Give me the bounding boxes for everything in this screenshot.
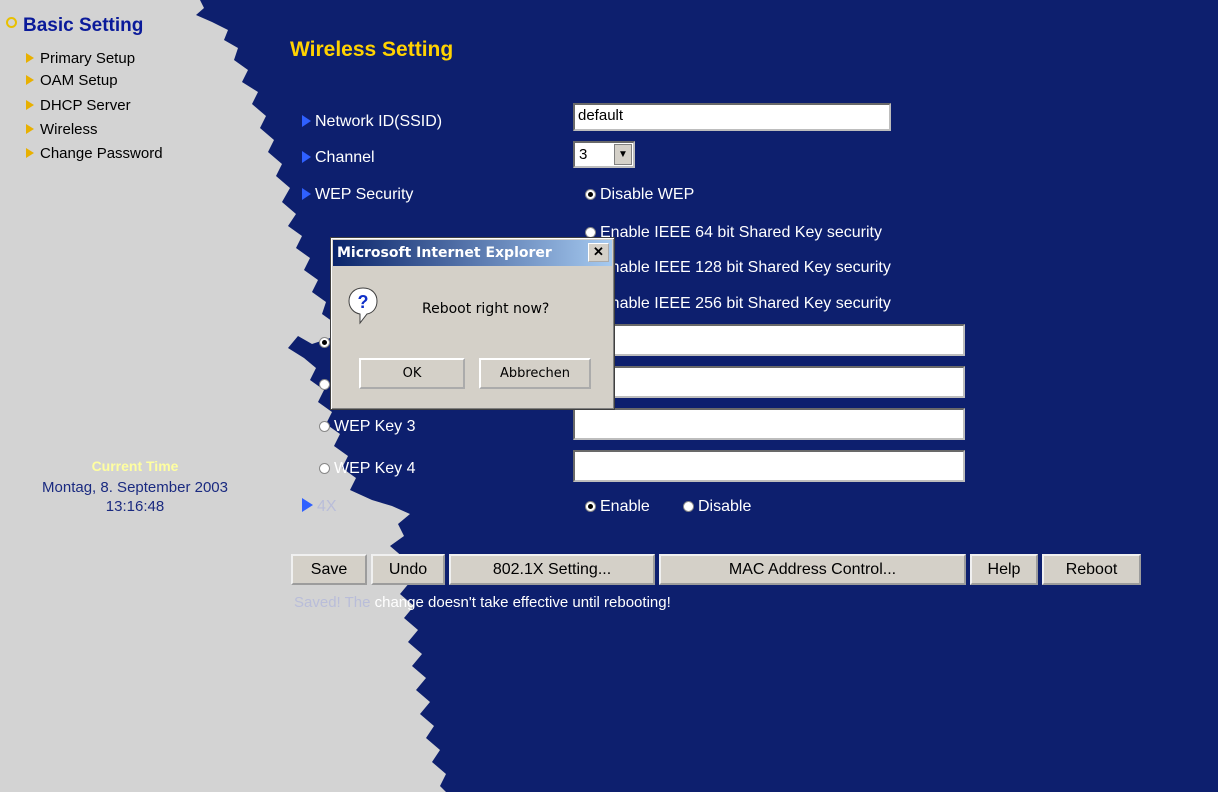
channel-row-label: Channel: [302, 149, 375, 167]
chevron-down-icon[interactable]: ▼: [614, 144, 632, 165]
svg-text:?: ?: [358, 292, 369, 312]
reboot-confirm-dialog: Microsoft Internet Explorer ✕ ? Reboot r…: [330, 237, 615, 410]
page-title: Wireless Setting: [290, 38, 454, 61]
close-icon[interactable]: ✕: [588, 243, 609, 262]
ok-button[interactable]: OK: [359, 358, 465, 389]
reboot-button[interactable]: Reboot: [1042, 554, 1141, 585]
radio-button[interactable]: [683, 501, 694, 512]
mac-address-control-button[interactable]: MAC Address Control...: [659, 554, 966, 585]
triangle-bullet-icon: [302, 498, 313, 512]
wep-key2-input[interactable]: [573, 366, 965, 398]
sidebar-title-label: Basic Setting: [23, 15, 144, 36]
channel-label: Channel: [315, 149, 375, 166]
wep-key4-label: WEP Key 4: [334, 460, 416, 477]
status-faded-text: Saved! The: [294, 594, 375, 611]
sidebar-item-primary-setup[interactable]: Primary Setup: [26, 50, 135, 67]
status-text: change doesn't take effective until rebo…: [374, 594, 671, 611]
triangle-bullet-icon: [26, 53, 34, 63]
undo-button[interactable]: Undo: [371, 554, 445, 585]
x4-disable-label: Disable: [698, 498, 752, 515]
sidebar-item-label: Wireless: [40, 121, 98, 138]
triangle-bullet-icon: [302, 151, 311, 163]
radio-button[interactable]: [319, 421, 330, 432]
question-icon: ?: [348, 287, 378, 325]
ssid-row-label: Network ID(SSID): [302, 113, 442, 131]
triangle-bullet-icon: [26, 148, 34, 158]
radio-button[interactable]: [319, 379, 330, 390]
triangle-bullet-icon: [26, 75, 34, 85]
cancel-button[interactable]: Abbrechen: [479, 358, 591, 389]
wep-key4-row[interactable]: WEP Key 4: [319, 460, 416, 478]
wep-key3-input[interactable]: [573, 408, 965, 440]
sidebar-item-label: Primary Setup: [40, 50, 136, 67]
wep-option-label: Enable IEEE 128 bit Shared Key security: [600, 259, 891, 276]
radio-button[interactable]: [585, 501, 596, 512]
status-message: Saved! The change doesn't take effective…: [294, 594, 671, 611]
x4-row-label: 4X: [302, 498, 337, 516]
sidebar-item-oam-setup[interactable]: OAM Setup: [26, 72, 118, 89]
sidebar-item-change-password[interactable]: Change Password: [26, 145, 163, 162]
dot1x-setting-button[interactable]: 802.1X Setting...: [449, 554, 655, 585]
x4-enable-option[interactable]: Enable: [585, 498, 650, 516]
wep-key3-row[interactable]: WEP Key 3: [319, 418, 416, 436]
x4-disable-option[interactable]: Disable: [683, 498, 751, 516]
wep-row-label: WEP Security: [302, 186, 413, 204]
dialog-title: Microsoft Internet Explorer: [337, 245, 552, 261]
x4-label: 4X: [317, 498, 337, 515]
channel-value: 3: [579, 146, 588, 163]
wep-option-128[interactable]: Enable IEEE 128 bit Shared Key security: [585, 259, 891, 277]
wep-key4-input[interactable]: [573, 450, 965, 482]
current-date: Montag, 8. September 2003: [42, 479, 228, 496]
wep-label: WEP Security: [315, 186, 414, 203]
sidebar-item-label: OAM Setup: [40, 72, 118, 89]
channel-select[interactable]: 3 ▼: [573, 141, 635, 168]
triangle-bullet-icon: [26, 124, 34, 134]
wep-key3-label: WEP Key 3: [334, 418, 416, 435]
sidebar-item-wireless[interactable]: Wireless: [26, 121, 98, 138]
radio-button[interactable]: [585, 189, 596, 200]
wep-option-64[interactable]: Enable IEEE 64 bit Shared Key security: [585, 224, 882, 242]
wep-option-label: Disable WEP: [600, 186, 695, 203]
help-button[interactable]: Help: [970, 554, 1038, 585]
sidebar-title[interactable]: Basic Setting: [6, 15, 143, 37]
radio-button[interactable]: [319, 337, 330, 348]
save-button[interactable]: Save: [291, 554, 367, 585]
ring-bullet-icon: [6, 17, 17, 28]
wep-option-256[interactable]: Enable IEEE 256 bit Shared Key security: [585, 295, 891, 313]
wep-key1-input[interactable]: [573, 324, 965, 356]
current-time-label: Current Time: [91, 458, 179, 474]
ssid-input[interactable]: default: [573, 103, 891, 131]
sidebar-item-label: DHCP Server: [40, 97, 131, 114]
sidebar-item-dhcp-server[interactable]: DHCP Server: [26, 97, 131, 114]
current-clock: 13:16:48: [105, 498, 165, 515]
wep-option-label: Enable IEEE 64 bit Shared Key security: [600, 224, 882, 241]
dialog-message: Reboot right now?: [422, 301, 550, 317]
sidebar-item-label: Change Password: [40, 145, 163, 162]
wep-option-label: Enable IEEE 256 bit Shared Key security: [600, 295, 891, 312]
triangle-bullet-icon: [26, 100, 34, 110]
triangle-bullet-icon: [302, 115, 311, 127]
radio-button[interactable]: [319, 463, 330, 474]
dialog-titlebar[interactable]: Microsoft Internet Explorer ✕: [333, 240, 612, 266]
ssid-label: Network ID(SSID): [315, 113, 443, 130]
x4-enable-label: Enable: [600, 498, 650, 515]
triangle-bullet-icon: [302, 188, 311, 200]
wep-option-disable[interactable]: Disable WEP: [585, 186, 694, 204]
